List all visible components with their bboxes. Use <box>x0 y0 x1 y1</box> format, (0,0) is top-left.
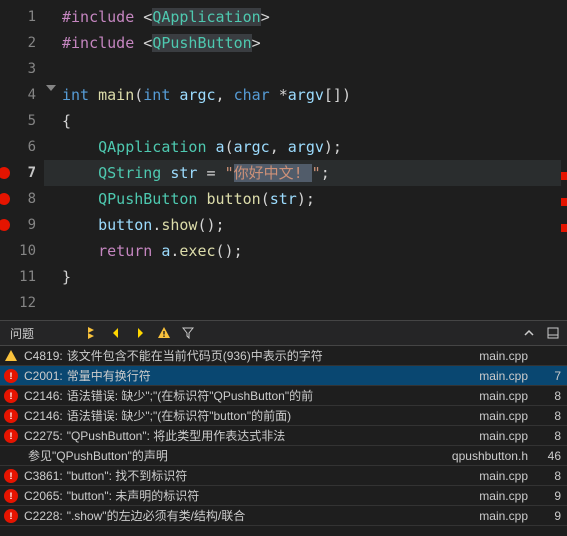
error-tick[interactable] <box>561 198 567 206</box>
line-number: 12 <box>0 290 44 316</box>
problem-file: main.cpp <box>479 489 532 503</box>
line-gutter: 123456789101112 <box>0 0 44 320</box>
line-number: 7 <box>0 160 44 186</box>
problem-line: 9 <box>532 509 567 523</box>
line-number: 11 <box>0 264 44 290</box>
problems-toolbar <box>84 325 196 341</box>
problem-line: 9 <box>532 489 567 503</box>
code-line[interactable]: QApplication a(argc, argv); <box>44 134 567 160</box>
line-number: 1 <box>0 4 44 30</box>
error-tick[interactable] <box>561 172 567 180</box>
problem-code: C2065: <box>24 489 63 503</box>
problems-list[interactable]: C4819:该文件包含不能在当前代码页(936)中表示的字符main.cpp!C… <box>0 346 567 526</box>
error-icon: ! <box>4 369 18 383</box>
problem-file: main.cpp <box>479 509 532 523</box>
problem-row[interactable]: C4819: 该文件包含不能在当前代码页(936)中表示的字符main.cpp <box>0 346 567 366</box>
code-line[interactable]: QString str = "你好中文! "; <box>44 160 567 186</box>
problem-line: 8 <box>532 429 567 443</box>
problem-file: main.cpp <box>479 349 532 363</box>
code-line[interactable]: return a.exec(); <box>44 238 567 264</box>
problem-code: C4819: <box>24 349 63 363</box>
problem-line: 8 <box>532 469 567 483</box>
error-icon: ! <box>4 489 18 503</box>
problem-line: 8 <box>532 389 567 403</box>
problem-message: 常量中有换行符 <box>67 367 480 384</box>
build-icon[interactable] <box>84 325 100 341</box>
code-area[interactable]: #include <QApplication>#include <QPushBu… <box>44 0 567 320</box>
problem-message: 参见"QPushButton"的声明 <box>28 447 452 464</box>
arrow-right-icon[interactable] <box>132 325 148 341</box>
panel-toggle-icon[interactable] <box>545 325 561 341</box>
problem-line: 7 <box>532 369 567 383</box>
code-line[interactable]: #include <QApplication> <box>44 4 567 30</box>
error-icon: ! <box>4 469 18 483</box>
error-tick[interactable] <box>561 224 567 232</box>
error-marker-icon[interactable] <box>0 167 10 179</box>
error-icon: ! <box>4 409 18 423</box>
problem-message: 语法错误: 缺少";"(在标识符"button"的前面) <box>67 407 480 424</box>
code-line[interactable]: } <box>44 264 567 290</box>
code-line[interactable]: #include <QPushButton> <box>44 30 567 56</box>
problem-code: C3861: <box>24 469 63 483</box>
error-icon: ! <box>4 429 18 443</box>
line-number: 10 <box>0 238 44 264</box>
warning-icon <box>4 349 18 363</box>
problem-file: main.cpp <box>479 429 532 443</box>
code-line[interactable]: { <box>44 108 567 134</box>
code-line[interactable]: int main(int argc, char *argv[]) <box>44 82 567 108</box>
line-number: 3 <box>0 56 44 82</box>
problem-row[interactable]: ! C2146: 语法错误: 缺少";"(在标识符"QPushButton"的前ma… <box>0 386 567 406</box>
line-number: 9 <box>0 212 44 238</box>
problem-message: 语法错误: 缺少";"(在标识符"QPushButton"的前 <box>67 387 480 404</box>
line-number: 8 <box>0 186 44 212</box>
problem-file: main.cpp <box>479 389 532 403</box>
warning-filter-icon[interactable] <box>156 325 172 341</box>
problem-row[interactable]: ! C2146: 语法错误: 缺少";"(在标识符"button"的前面)main.… <box>0 406 567 426</box>
code-line[interactable]: button.show(); <box>44 212 567 238</box>
problem-code: C2001: <box>24 369 63 383</box>
problem-message: 该文件包含不能在当前代码页(936)中表示的字符 <box>67 347 480 364</box>
problem-code: C2146: <box>24 389 63 403</box>
overview-ruler <box>561 0 567 320</box>
problems-title: 问题 <box>0 325 44 342</box>
problem-row[interactable]: ! C3861: "button": 找不到标识符main.cpp8 <box>0 466 567 486</box>
problem-line: 8 <box>532 409 567 423</box>
error-icon: ! <box>4 389 18 403</box>
code-line[interactable] <box>44 56 567 82</box>
line-number: 5 <box>0 108 44 134</box>
problem-row[interactable]: ! C2228: ".show"的左边必须有类/结构/联合main.cpp9 <box>0 506 567 526</box>
problem-line: 46 <box>532 449 567 463</box>
problem-file: main.cpp <box>479 369 532 383</box>
code-line[interactable] <box>44 290 567 316</box>
problem-message: "QPushButton": 将此类型用作表达式非法 <box>67 427 480 444</box>
arrow-left-icon[interactable] <box>108 325 124 341</box>
filter-icon[interactable] <box>180 325 196 341</box>
error-marker-icon[interactable] <box>0 193 10 205</box>
problem-code: C2275: <box>24 429 63 443</box>
problem-message: ".show"的左边必须有类/结构/联合 <box>67 507 480 524</box>
code-editor[interactable]: 123456789101112 #include <QApplication>#… <box>0 0 567 320</box>
problem-file: qpushbutton.h <box>452 449 532 463</box>
problem-message: "button": 找不到标识符 <box>67 467 480 484</box>
problem-row[interactable]: ! C2065: "button": 未声明的标识符main.cpp9 <box>0 486 567 506</box>
problem-code: C2146: <box>24 409 63 423</box>
problem-code: C2228: <box>24 509 63 523</box>
error-marker-icon[interactable] <box>0 219 10 231</box>
problem-file: main.cpp <box>479 469 532 483</box>
problems-panel-header: 问题 <box>0 320 567 346</box>
line-number: 4 <box>0 82 44 108</box>
problem-row[interactable]: ! C2275: "QPushButton": 将此类型用作表达式非法main.cp… <box>0 426 567 446</box>
error-icon: ! <box>4 509 18 523</box>
line-number: 2 <box>0 30 44 56</box>
code-line[interactable]: QPushButton button(str); <box>44 186 567 212</box>
problem-row[interactable]: ! C2001: 常量中有换行符main.cpp7 <box>0 366 567 386</box>
collapse-icon[interactable] <box>521 325 537 341</box>
problem-row[interactable]: 参见"QPushButton"的声明qpushbutton.h46 <box>0 446 567 466</box>
problem-message: "button": 未声明的标识符 <box>67 487 480 504</box>
line-number: 6 <box>0 134 44 160</box>
problem-file: main.cpp <box>479 409 532 423</box>
